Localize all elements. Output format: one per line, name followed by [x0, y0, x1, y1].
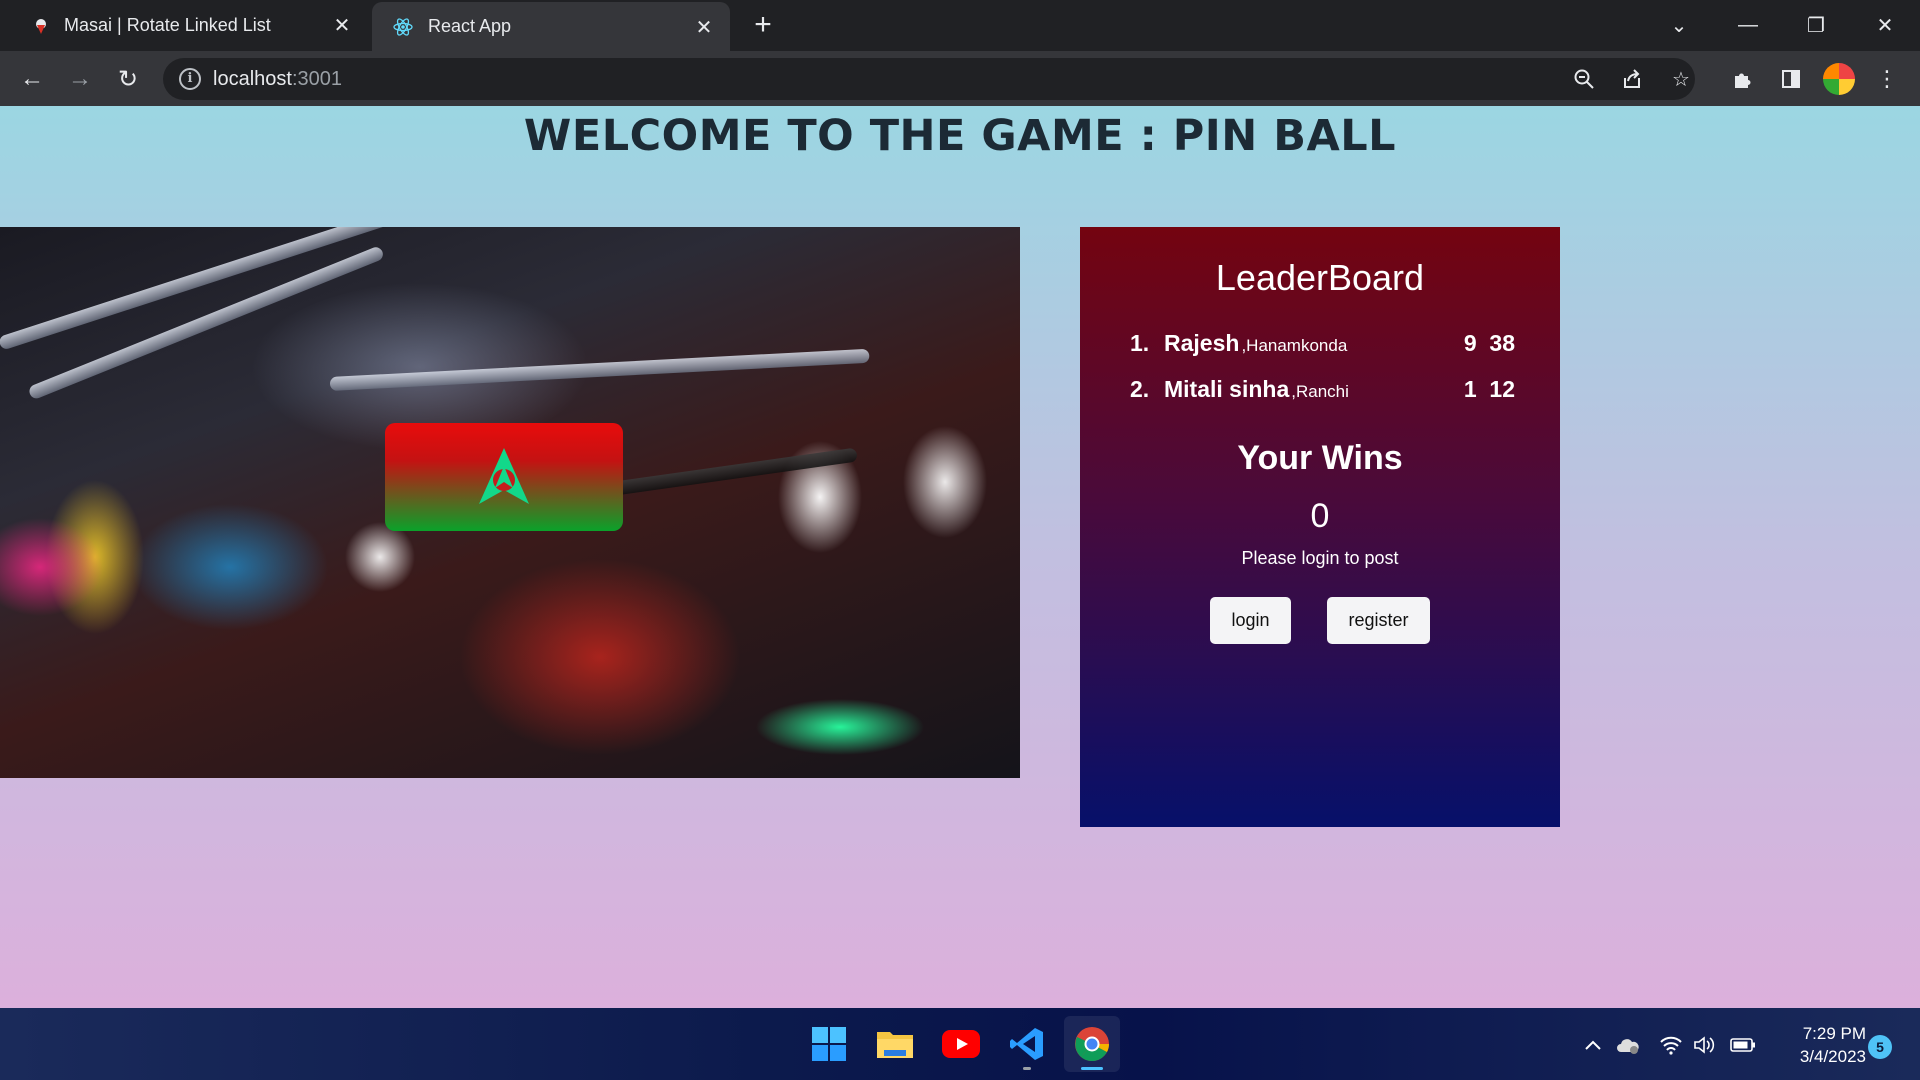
- bookmark-star-icon[interactable]: ☆: [1668, 66, 1694, 92]
- pinball-game-board[interactable]: [0, 227, 1020, 778]
- entry-score: 1 12: [1463, 376, 1515, 402]
- back-button[interactable]: ←: [16, 63, 48, 95]
- entry-score: 9 38: [1463, 330, 1515, 356]
- wifi-icon[interactable]: [1658, 1032, 1684, 1058]
- tab-masai[interactable]: Masai | Rotate Linked List ✕: [0, 0, 368, 51]
- chrome-icon[interactable]: [1064, 1016, 1120, 1072]
- file-explorer-icon[interactable]: [867, 1016, 923, 1072]
- entry-city: ,Hanamkonda: [1241, 336, 1348, 355]
- url-text: localhost:3001: [213, 68, 342, 91]
- tab-title: Masai | Rotate Linked List: [64, 15, 271, 35]
- tab-react-app[interactable]: React App ✕: [372, 2, 730, 51]
- forward-button[interactable]: →: [64, 63, 96, 95]
- register-button[interactable]: register: [1327, 597, 1430, 644]
- entry-city: ,Ranchi: [1291, 382, 1349, 401]
- extensions-icon[interactable]: [1727, 63, 1759, 95]
- url-port: :3001: [291, 68, 342, 90]
- masai-favicon-icon: [32, 17, 50, 35]
- share-icon[interactable]: [1619, 66, 1645, 92]
- leaderboard-entry: 2. Mitali sinha ,Ranchi 1 12: [1130, 376, 1515, 410]
- clock-time: 7:29 PM: [1802, 1024, 1866, 1043]
- entry-rank: 1.: [1130, 330, 1150, 356]
- reload-button[interactable]: ↻: [112, 63, 144, 95]
- page-content: WELCOME TO THE GAME : PIN BALL LeaderBoa…: [0, 106, 1920, 1008]
- close-window-button[interactable]: ✕: [1870, 10, 1900, 40]
- clock-date: 3/4/2023: [1799, 1047, 1866, 1066]
- entry-rank: 2.: [1130, 376, 1150, 402]
- running-indicator: [1023, 1067, 1031, 1070]
- youtube-icon[interactable]: [933, 1016, 989, 1072]
- address-bar[interactable]: i localhost:3001 ☆: [163, 58, 1695, 100]
- battery-icon[interactable]: [1730, 1032, 1756, 1058]
- volume-icon[interactable]: [1692, 1032, 1718, 1058]
- more-menu-icon[interactable]: ⋮: [1871, 63, 1903, 95]
- active-indicator: [1081, 1067, 1103, 1070]
- tab-title: React App: [428, 16, 512, 36]
- login-prompt-message: Please login to post: [1241, 548, 1399, 568]
- chevron-up-icon[interactable]: [1580, 1032, 1606, 1058]
- wins-count: 0: [1310, 497, 1330, 535]
- vscode-icon[interactable]: [999, 1016, 1055, 1072]
- page-title: WELCOME TO THE GAME : PIN BALL: [523, 111, 1397, 161]
- site-info-icon[interactable]: i: [179, 68, 201, 90]
- launch-button[interactable]: [385, 423, 623, 531]
- notification-badge[interactable]: 5: [1868, 1035, 1892, 1059]
- side-panel-icon[interactable]: [1775, 63, 1807, 95]
- system-clock[interactable]: 7:29 PM 3/4/2023: [1770, 1022, 1866, 1068]
- browser-tab-strip: Masai | Rotate Linked List ✕ React App ✕…: [0, 0, 1920, 51]
- tab-search-icon[interactable]: ⌄: [1664, 10, 1694, 40]
- entry-name: Mitali sinha: [1164, 376, 1290, 402]
- windows-start-icon[interactable]: [801, 1016, 857, 1072]
- new-tab-button[interactable]: +: [748, 10, 778, 41]
- react-favicon-icon: [392, 16, 414, 38]
- starfleet-delta-icon: [479, 448, 529, 504]
- onedrive-icon[interactable]: [1615, 1032, 1641, 1058]
- minimize-button[interactable]: —: [1733, 10, 1763, 40]
- leaderboard-title: LeaderBoard: [1215, 257, 1425, 298]
- login-button[interactable]: login: [1210, 597, 1291, 644]
- close-tab-icon[interactable]: ✕: [692, 15, 716, 39]
- restore-button[interactable]: ❐: [1801, 10, 1831, 40]
- leaderboard-entry: 1. Rajesh ,Hanamkonda 9 38: [1130, 330, 1515, 364]
- browser-toolbar: ← → ↻ i localhost:3001 ☆ ⋮: [0, 51, 1920, 106]
- game-rail: [329, 348, 870, 391]
- entry-name: Rajesh: [1164, 330, 1240, 356]
- windows-taskbar: 7:29 PM 3/4/2023 5: [0, 1008, 1920, 1080]
- url-host: localhost: [213, 68, 292, 90]
- leaderboard-panel: LeaderBoard 1. Rajesh ,Hanamkonda 9 38 2…: [1080, 227, 1560, 827]
- close-tab-icon[interactable]: ✕: [330, 13, 354, 37]
- your-wins-heading: Your Wins: [1237, 439, 1403, 477]
- profile-avatar[interactable]: [1823, 63, 1855, 95]
- zoom-icon[interactable]: [1571, 66, 1597, 92]
